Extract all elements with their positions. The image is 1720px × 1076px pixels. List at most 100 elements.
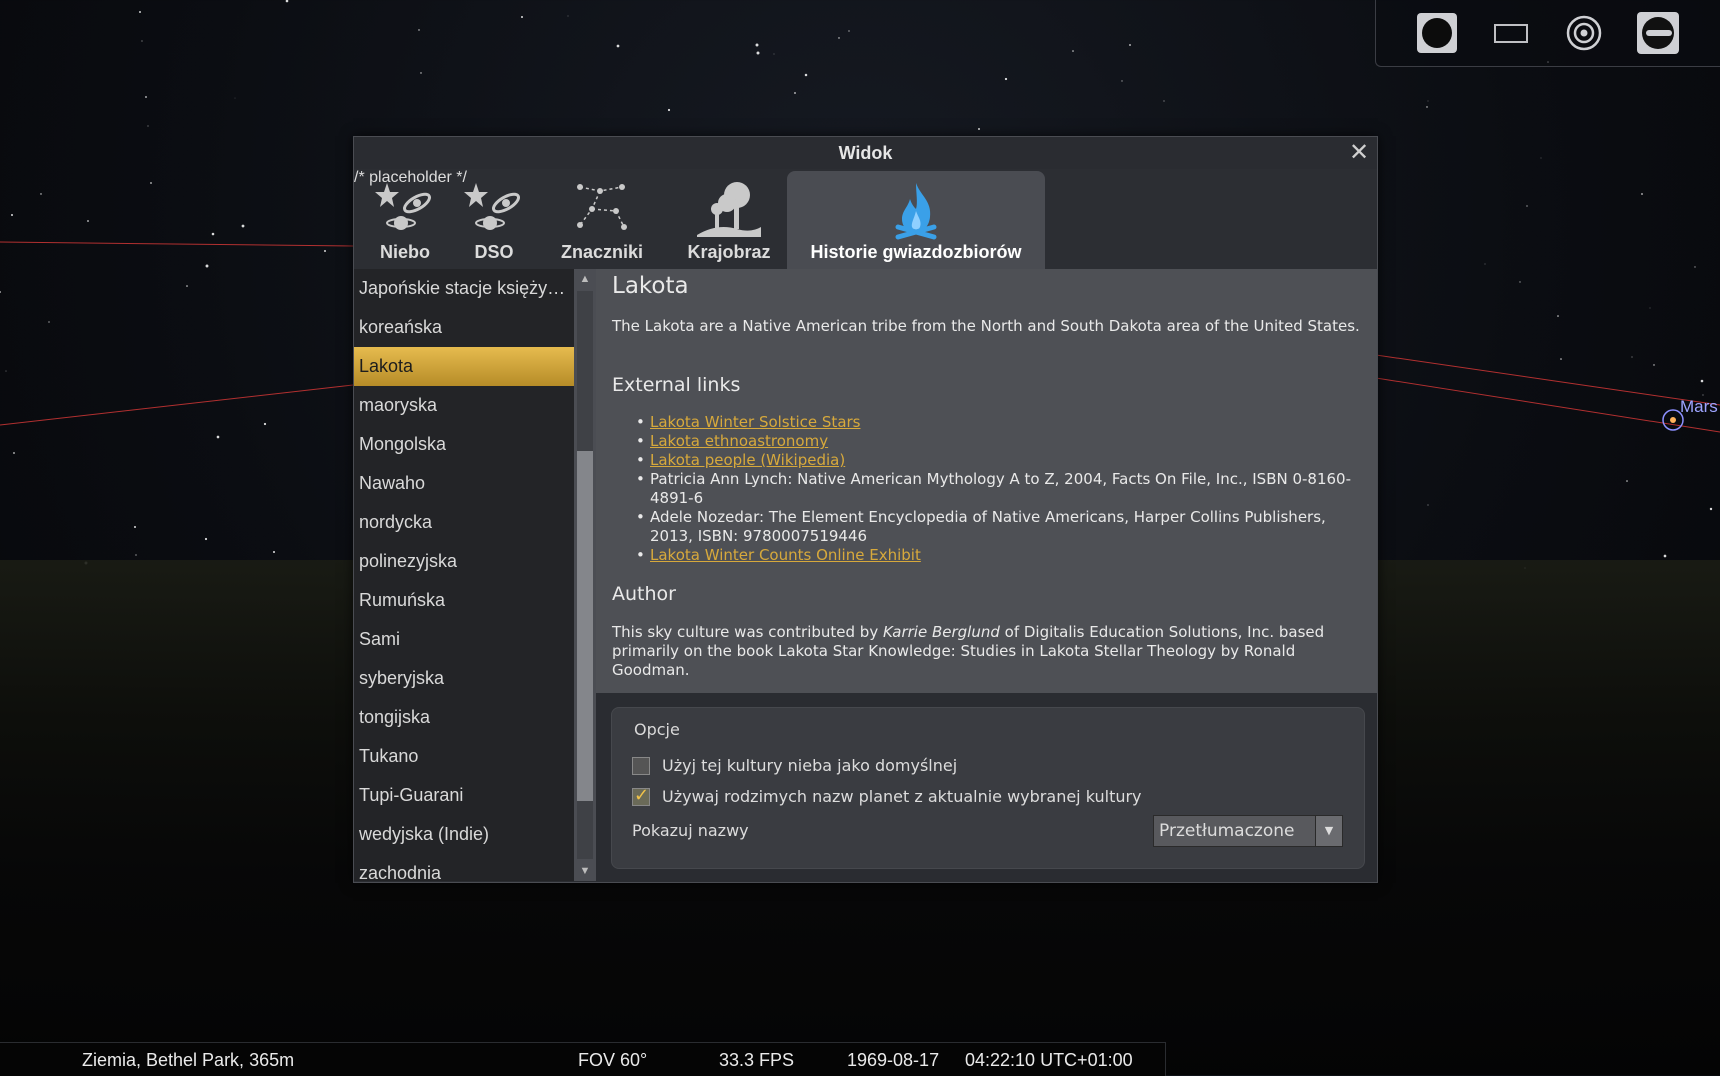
default-culture-label[interactable]: Użyj tej kultury nieba jako domyślnej bbox=[662, 756, 957, 775]
star bbox=[1557, 315, 1559, 317]
star bbox=[48, 321, 50, 323]
list-item[interactable]: polinezyjska bbox=[354, 542, 574, 581]
default-culture-checkbox[interactable] bbox=[632, 756, 650, 775]
target-button[interactable] bbox=[1563, 12, 1605, 54]
filled-circle-icon bbox=[1417, 13, 1457, 53]
list-item[interactable]: Lakota bbox=[354, 347, 574, 386]
star bbox=[135, 554, 137, 556]
list-item[interactable]: koreańska bbox=[354, 308, 574, 347]
location-text[interactable]: Ziemia, Bethel Park, 365m bbox=[82, 1050, 294, 1071]
star bbox=[263, 422, 267, 426]
list-item[interactable]: wedyjska (Indie) bbox=[354, 815, 574, 854]
fullscreen-button[interactable] bbox=[1490, 12, 1532, 54]
external-link[interactable]: Lakota Winter Solstice Stars bbox=[650, 413, 861, 431]
night-mode-button[interactable] bbox=[1416, 12, 1458, 54]
list-item[interactable]: Rumuńska bbox=[354, 581, 574, 620]
star bbox=[272, 550, 276, 554]
external-link-item[interactable]: Lakota ethnoastronomy bbox=[636, 432, 1360, 451]
list-item[interactable]: maoryska bbox=[354, 386, 574, 425]
star bbox=[145, 96, 147, 98]
close-icon: ✕ bbox=[1348, 139, 1370, 166]
star bbox=[147, 125, 149, 127]
star bbox=[1129, 44, 1131, 46]
scroll-track[interactable] bbox=[577, 291, 593, 859]
list-item[interactable]: tongijska bbox=[354, 698, 574, 737]
show-names-select[interactable]: Przetłumaczone ▼ bbox=[1153, 815, 1343, 847]
tab-dso[interactable]: DSO bbox=[462, 169, 526, 269]
star bbox=[1426, 106, 1428, 108]
tab-landscape[interactable]: Krajobraz bbox=[680, 169, 778, 269]
list-item[interactable]: Nawaho bbox=[354, 464, 574, 503]
show-names-row: Pokazuj nazwy bbox=[632, 821, 749, 840]
tab-sky-cultures[interactable]: Historie gwiazdozbiorów bbox=[787, 171, 1045, 269]
star bbox=[133, 525, 137, 529]
external-link[interactable]: Lakota people (Wikipedia) bbox=[650, 451, 845, 469]
show-names-value: Przetłumaczone bbox=[1159, 821, 1295, 841]
external-link-item[interactable]: Lakota people (Wikipedia) bbox=[636, 451, 1360, 470]
tab-label: Historie gwiazdozbiorów bbox=[810, 242, 1022, 262]
scroll-up-arrow-icon[interactable]: ▲ bbox=[574, 269, 596, 289]
external-link-item[interactable]: Lakota Winter Solstice Stars bbox=[636, 413, 1360, 432]
tab-label: Znaczniki bbox=[560, 242, 644, 262]
star bbox=[1121, 80, 1123, 82]
native-planet-names-checkbox[interactable] bbox=[632, 785, 650, 806]
tab-sky[interactable]: Niebo bbox=[369, 169, 441, 269]
reference-text: Adele Nozedar: The Element Encyclopedia … bbox=[650, 508, 1326, 545]
star bbox=[1560, 358, 1562, 360]
date-text[interactable]: 1969-08-17 bbox=[847, 1050, 939, 1071]
star bbox=[978, 128, 980, 130]
external-link[interactable]: Lakota ethnoastronomy bbox=[650, 432, 828, 450]
list-item[interactable]: Tupi-Guarani bbox=[354, 776, 574, 815]
star bbox=[11, 214, 13, 216]
list-item[interactable]: syberyjska bbox=[354, 659, 574, 698]
star bbox=[616, 44, 620, 48]
time-text[interactable]: 04:22:10 UTC+01:00 bbox=[965, 1050, 1133, 1071]
star bbox=[794, 92, 796, 94]
list-item[interactable]: Japońskie stacje księżycowe bbox=[354, 269, 574, 308]
list-item[interactable]: nordycka bbox=[354, 503, 574, 542]
planet-label-mars[interactable]: Mars bbox=[1680, 397, 1718, 417]
sky-icon bbox=[375, 183, 431, 230]
star bbox=[139, 11, 141, 13]
star bbox=[804, 73, 808, 77]
list-item[interactable]: zachodnia bbox=[354, 854, 574, 881]
default-culture-option[interactable]: Użyj tej kultury nieba jako domyślnej bbox=[632, 756, 957, 775]
star bbox=[1641, 193, 1643, 195]
list-item[interactable]: Mongolska bbox=[354, 425, 574, 464]
star bbox=[1626, 480, 1628, 482]
culture-description: The Lakota are a Native American tribe f… bbox=[612, 317, 1360, 335]
star bbox=[1663, 554, 1667, 558]
list-item[interactable]: Tukano bbox=[354, 737, 574, 776]
star bbox=[755, 43, 759, 47]
star bbox=[418, 29, 420, 31]
author-name: Karrie Berglund bbox=[882, 623, 1000, 641]
star bbox=[1526, 205, 1528, 207]
native-planet-names-option[interactable]: Używaj rodzimych nazw planet z aktualnie… bbox=[632, 785, 1142, 806]
star bbox=[1519, 281, 1521, 283]
dialog-title[interactable]: Widok bbox=[354, 137, 1377, 169]
tool-button[interactable] bbox=[1637, 12, 1679, 54]
scroll-down-arrow-icon[interactable]: ▼ bbox=[574, 861, 596, 881]
options-group: Opcje Użyj tej kultury nieba jako domyśl… bbox=[611, 707, 1365, 869]
star bbox=[1427, 504, 1429, 506]
list-scrollbar[interactable]: ▲ ▼ bbox=[574, 269, 596, 881]
native-planet-names-label[interactable]: Używaj rodzimych nazw planet z aktualnie… bbox=[662, 787, 1142, 806]
chevron-down-icon[interactable]: ▼ bbox=[1315, 816, 1342, 846]
fps-text: 33.3 FPS bbox=[719, 1050, 795, 1070]
external-link-item[interactable]: Lakota Winter Counts Online Exhibit bbox=[636, 546, 1360, 565]
star bbox=[1072, 50, 1074, 52]
star bbox=[420, 72, 422, 74]
external-link[interactable]: Lakota Winter Counts Online Exhibit bbox=[650, 546, 921, 564]
star bbox=[241, 224, 245, 228]
tab-markings[interactable]: Znaczniki bbox=[554, 169, 650, 269]
star bbox=[205, 264, 209, 268]
scroll-thumb[interactable] bbox=[577, 451, 593, 801]
author-pre: This sky culture was contributed by bbox=[612, 623, 883, 641]
markings-icon bbox=[577, 184, 627, 230]
links-heading: External links bbox=[612, 374, 741, 396]
top-right-toolbar bbox=[1375, 0, 1720, 67]
star bbox=[285, 0, 289, 3]
close-button[interactable]: ✕ bbox=[1347, 141, 1371, 165]
list-item[interactable]: Sami bbox=[354, 620, 574, 659]
sky-culture-list[interactable]: Japońskie stacje księżycowe koreańska Lako… bbox=[354, 269, 574, 881]
